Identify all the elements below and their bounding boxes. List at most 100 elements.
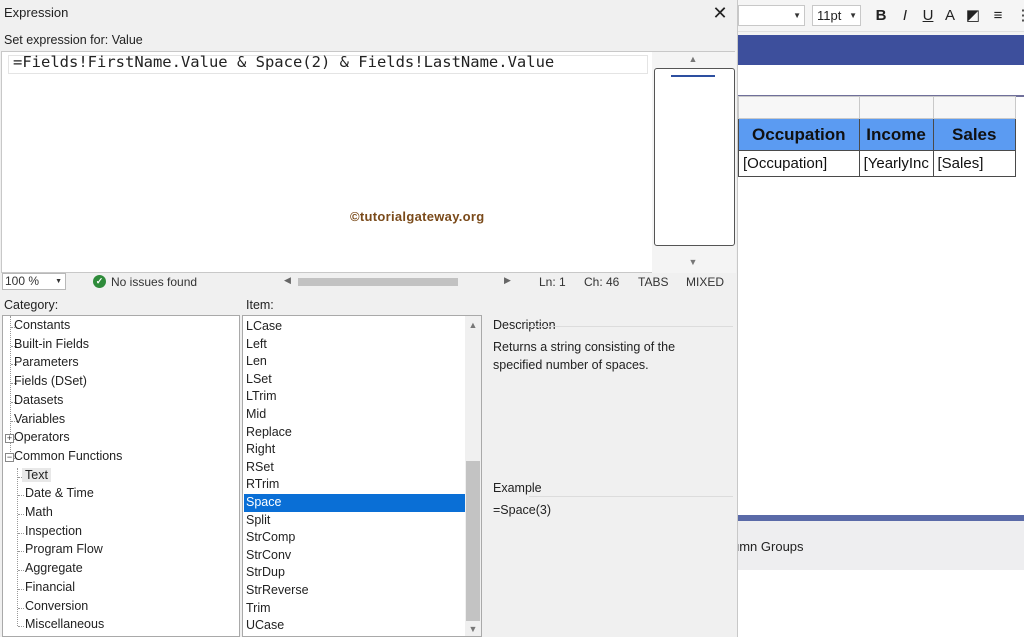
item-strcomp[interactable]: StrComp: [244, 529, 465, 547]
bold-button[interactable]: B: [872, 6, 890, 26]
item-mid[interactable]: Mid: [244, 406, 465, 424]
issues-status: No issues found: [111, 275, 198, 289]
header-cell-sales[interactable]: Sales: [932, 118, 1016, 151]
line-ending-indicator[interactable]: MIXED: [686, 275, 724, 289]
dialog-title: Expression: [4, 5, 69, 20]
report-table[interactable]: Occupation Income Sales [Occupation] [Ye…: [738, 96, 1016, 177]
horizontal-scrollbar[interactable]: ◀ ▶: [284, 275, 514, 288]
scroll-down-icon[interactable]: ▼: [463, 624, 481, 634]
background-color-button[interactable]: ◩: [964, 6, 982, 26]
scroll-up-icon[interactable]: ▲: [463, 320, 481, 330]
scrollbar-thumb[interactable]: [466, 461, 480, 621]
scroll-left-icon[interactable]: ◀: [284, 275, 291, 286]
column-handle[interactable]: [932, 96, 1016, 119]
expand-icon[interactable]: +: [5, 434, 14, 444]
chevron-down-icon: ▼: [849, 11, 857, 20]
line-indicator: Ln: 1: [539, 275, 566, 289]
category-item-date-time[interactable]: Date & Time: [25, 486, 94, 500]
italic-button[interactable]: I: [896, 6, 914, 26]
item-rset[interactable]: RSet: [244, 459, 465, 477]
font-size-combo[interactable]: 11pt ▼: [812, 5, 861, 26]
column-handle[interactable]: [738, 96, 860, 119]
category-item-aggregate[interactable]: Aggregate: [25, 561, 83, 575]
header-cell-income[interactable]: Income: [858, 118, 934, 151]
item-strreverse[interactable]: StrReverse: [244, 582, 465, 600]
zoom-value: 100 %: [5, 274, 40, 288]
category-item-constants[interactable]: Constants: [14, 318, 70, 332]
font-color-button[interactable]: A: [941, 6, 959, 26]
description-heading: Description: [493, 318, 556, 332]
grouping-pane: umn Groups: [732, 521, 1024, 570]
item-trim[interactable]: Trim: [244, 600, 465, 618]
item-list[interactable]: LCase Left Len LSet LTrim Mid Replace Right RSet…: [242, 315, 482, 637]
scroll-right-icon[interactable]: ▶: [504, 275, 511, 286]
category-item-fields-dset[interactable]: Fields (DSet): [14, 374, 87, 388]
item-lset[interactable]: LSet: [244, 371, 465, 389]
item-ltrim[interactable]: LTrim: [244, 388, 465, 406]
divider: [529, 496, 733, 497]
detail-cell-income[interactable]: [YearlyInc: [858, 150, 934, 177]
category-item-math[interactable]: Math: [25, 505, 53, 519]
category-item-financial[interactable]: Financial: [25, 580, 75, 594]
item-ucase[interactable]: UCase: [244, 617, 465, 635]
category-item-inspection[interactable]: Inspection: [25, 524, 82, 538]
item-strconv[interactable]: StrConv: [244, 547, 465, 565]
set-expression-label: Set expression for: Value: [4, 33, 143, 47]
category-item-operators[interactable]: Operators: [14, 430, 70, 444]
item-len[interactable]: Len: [244, 353, 465, 371]
item-left[interactable]: Left: [244, 336, 465, 354]
font-name-combo[interactable]: ▼: [738, 5, 805, 26]
lower-pane: [738, 570, 1024, 637]
category-tree[interactable]: Constants Built-in Fields Parameters Fields…: [2, 315, 240, 637]
column-handles-row: [738, 96, 1016, 119]
category-item-common-functions[interactable]: Common Functions: [14, 449, 122, 463]
editor-status-bar: 100 % ▼ ✓ No issues found ◀ ▶ Ln: 1 Ch: …: [1, 273, 735, 291]
chevron-down-icon: ▼: [793, 11, 801, 20]
tree-connector: [17, 467, 18, 627]
scroll-up-icon[interactable]: ▲: [683, 54, 703, 64]
underline-button[interactable]: U: [919, 6, 937, 26]
item-lcase[interactable]: LCase: [244, 318, 465, 336]
category-item-parameters[interactable]: Parameters: [14, 355, 79, 369]
detail-cell-occupation[interactable]: [Occupation]: [738, 150, 860, 177]
zoom-select[interactable]: 100 % ▼: [2, 273, 66, 290]
scrollbar-thumb[interactable]: [298, 278, 458, 286]
watermark: ©tutorialgateway.org: [350, 209, 485, 224]
expression-text[interactable]: =Fields!FirstName.Value & Space(2) & Fie…: [13, 53, 554, 71]
chevron-down-icon: ▼: [55, 278, 62, 285]
close-button[interactable]: ✕: [708, 2, 732, 24]
detail-cell-sales[interactable]: [Sales]: [932, 150, 1016, 177]
item-rtrim[interactable]: RTrim: [244, 476, 465, 494]
category-item-conversion[interactable]: Conversion: [25, 599, 88, 613]
align-left-button[interactable]: ≡: [989, 6, 1007, 26]
tabs-indicator[interactable]: TABS: [638, 275, 668, 289]
collapse-icon[interactable]: −: [5, 452, 14, 462]
category-item-miscellaneous[interactable]: Miscellaneous: [25, 617, 104, 631]
item-replace[interactable]: Replace: [244, 424, 465, 442]
category-item-text[interactable]: Text: [22, 467, 51, 482]
category-item-datasets[interactable]: Datasets: [14, 393, 63, 407]
item-split[interactable]: Split: [244, 512, 465, 530]
example-heading: Example: [493, 481, 542, 495]
minimap[interactable]: [654, 68, 735, 246]
category-item-built-in-fields[interactable]: Built-in Fields: [14, 337, 89, 351]
tree-connector: [18, 551, 24, 553]
header-cell-occupation[interactable]: Occupation: [738, 118, 860, 151]
expression-editor[interactable]: =Fields!FirstName.Value & Space(2) & Fie…: [1, 51, 736, 273]
expression-dialog: Expression ✕ Set expression for: Value =…: [0, 0, 738, 637]
formatting-toolbar: ▼ 11pt ▼ B I U A ◩ ≡ ⋮: [738, 0, 1024, 32]
item-space[interactable]: Space: [244, 494, 465, 512]
category-item-program-flow[interactable]: Program Flow: [25, 542, 103, 556]
item-right[interactable]: Right: [244, 441, 465, 459]
more-options-button[interactable]: ⋮: [1014, 6, 1024, 26]
item-strdup[interactable]: StrDup: [244, 564, 465, 582]
scroll-down-icon[interactable]: ▼: [683, 257, 703, 267]
category-item-variables[interactable]: Variables: [14, 412, 65, 426]
column-handle[interactable]: [858, 96, 934, 119]
item-list-scrollbar[interactable]: ▲ ▼: [465, 316, 481, 636]
tree-connector: [18, 570, 24, 572]
close-icon: ✕: [712, 3, 728, 23]
font-size-value: 11pt: [817, 8, 842, 23]
item-label: Item:: [246, 298, 274, 312]
tree-connector: [18, 588, 24, 590]
